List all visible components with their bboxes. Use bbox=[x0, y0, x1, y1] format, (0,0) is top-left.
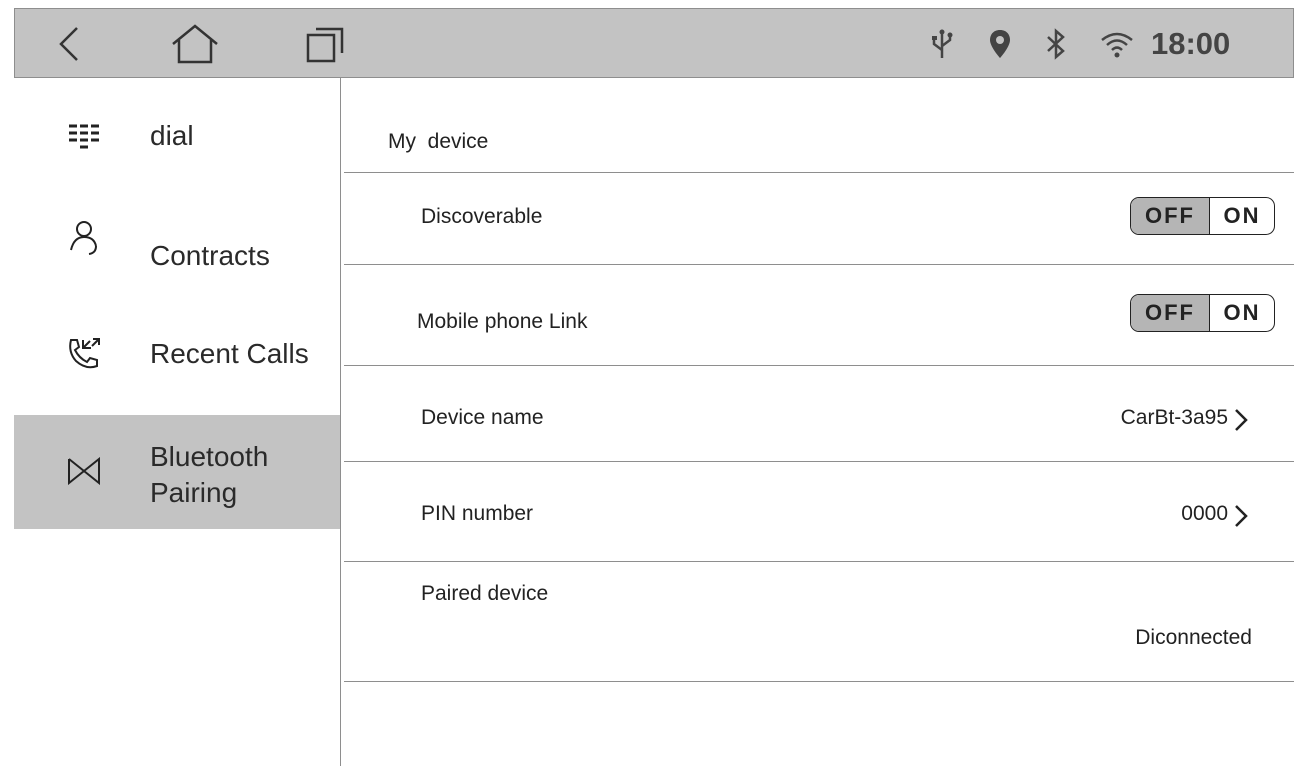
mobile-phone-link-toggle[interactable]: OFF ON bbox=[1130, 294, 1275, 332]
paired-device-status: Diconnected bbox=[1135, 626, 1252, 649]
location-icon bbox=[985, 9, 1015, 79]
pin-number-row[interactable]: PIN number 0000 bbox=[341, 462, 1294, 561]
sidebar-item-label: Contracts bbox=[150, 240, 270, 271]
discoverable-toggle[interactable]: OFF ON bbox=[1130, 197, 1275, 235]
section-title: My device bbox=[388, 130, 489, 153]
row-label: Discoverable bbox=[421, 205, 543, 228]
row-label: Paired device bbox=[421, 582, 549, 605]
bluetooth-icon bbox=[1041, 9, 1071, 79]
sidebar-item-label: Bluetooth Pairing bbox=[150, 439, 268, 511]
sidebar-item-bluetooth-pairing[interactable]: Bluetooth Pairing bbox=[14, 415, 340, 529]
toggle-on-segment[interactable]: ON bbox=[1210, 198, 1274, 234]
sidebar-item-dial[interactable]: dial bbox=[14, 100, 340, 172]
toggle-off-segment[interactable]: OFF bbox=[1131, 198, 1210, 234]
row-label: Mobile phone Link bbox=[417, 310, 588, 333]
pin-value: 0000 bbox=[1181, 502, 1228, 525]
paired-device-row[interactable]: Paired device Diconnected bbox=[341, 562, 1294, 681]
clock: 18:00 bbox=[1151, 26, 1231, 61]
recent-apps-icon[interactable] bbox=[300, 9, 350, 79]
status-bar: 18:00 bbox=[14, 8, 1294, 78]
label-line-2: Pairing bbox=[150, 477, 238, 508]
bluetooth-pairing-icon bbox=[64, 451, 104, 491]
device-name-row[interactable]: Device name CarBt-3a95 bbox=[341, 366, 1294, 461]
sidebar-item-recent-calls[interactable]: Recent Calls bbox=[14, 318, 340, 390]
wifi-icon bbox=[1097, 9, 1137, 79]
home-icon[interactable] bbox=[165, 9, 225, 79]
divider bbox=[344, 681, 1294, 682]
sidebar-item-contracts[interactable]: Contracts bbox=[14, 206, 340, 296]
label-line-1: Bluetooth bbox=[150, 441, 269, 472]
usb-icon bbox=[927, 9, 957, 79]
toggle-off-segment[interactable]: OFF bbox=[1131, 295, 1210, 331]
back-icon[interactable] bbox=[49, 9, 89, 79]
sidebar: dial Contracts Recent Calls Bluetooth Pa… bbox=[14, 78, 341, 766]
toggle-on-segment[interactable]: ON bbox=[1210, 295, 1274, 331]
chevron-right-icon bbox=[1235, 409, 1248, 431]
sidebar-item-label: dial bbox=[150, 120, 194, 151]
chevron-right-icon bbox=[1235, 505, 1248, 527]
dialpad-icon bbox=[64, 118, 104, 154]
row-label: PIN number bbox=[421, 502, 534, 525]
sidebar-item-label: Recent Calls bbox=[150, 338, 309, 369]
call-log-icon bbox=[64, 334, 104, 374]
settings-list: My device Discoverable OFF ON Mobile pho… bbox=[341, 78, 1294, 766]
row-label: Device name bbox=[421, 406, 544, 429]
contact-icon bbox=[64, 218, 104, 258]
mobile-phone-link-row: Mobile phone Link OFF ON bbox=[341, 265, 1294, 365]
device-name-value: CarBt-3a95 bbox=[1120, 406, 1228, 429]
bluetooth-settings-screen: 18:00 dial Contracts Recent Calls Blueto… bbox=[0, 0, 1294, 766]
discoverable-row: Discoverable OFF ON bbox=[341, 173, 1294, 264]
